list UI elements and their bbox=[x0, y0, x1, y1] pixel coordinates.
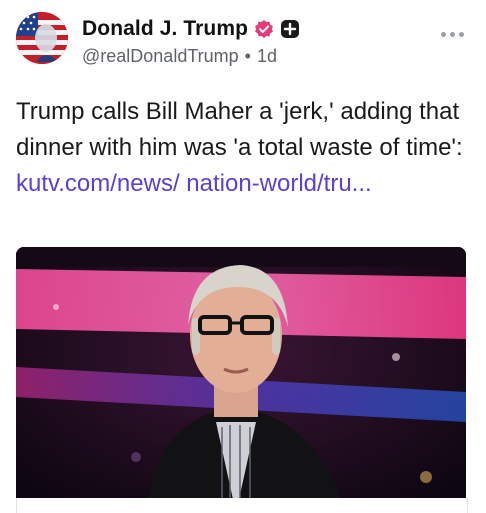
post-text: Trump calls Bill Maher a 'jerk,' adding … bbox=[16, 94, 471, 202]
timestamp[interactable]: 1d bbox=[257, 46, 277, 67]
avatar[interactable] bbox=[16, 12, 68, 64]
separator: • bbox=[244, 46, 251, 66]
post-body: Trump calls Bill Maher a 'jerk,' adding … bbox=[16, 98, 463, 161]
link-card-footer[interactable] bbox=[16, 498, 468, 513]
link-preview-image[interactable] bbox=[16, 247, 466, 513]
post-link[interactable]: kutv.com/news/ nation-world/tru... bbox=[16, 170, 372, 197]
plus-badge-icon bbox=[280, 19, 300, 39]
handle-row: @realDonaldTrump • 1d bbox=[82, 46, 277, 67]
name-row: Donald J. Trump bbox=[82, 17, 300, 41]
display-name[interactable]: Donald J. Trump bbox=[82, 17, 248, 41]
post-header: Donald J. Trump @realDonaldTrump • 1d bbox=[16, 12, 470, 72]
handle[interactable]: @realDonaldTrump bbox=[82, 46, 239, 67]
more-options-icon[interactable] bbox=[441, 32, 464, 37]
verified-badge-icon bbox=[254, 19, 274, 39]
